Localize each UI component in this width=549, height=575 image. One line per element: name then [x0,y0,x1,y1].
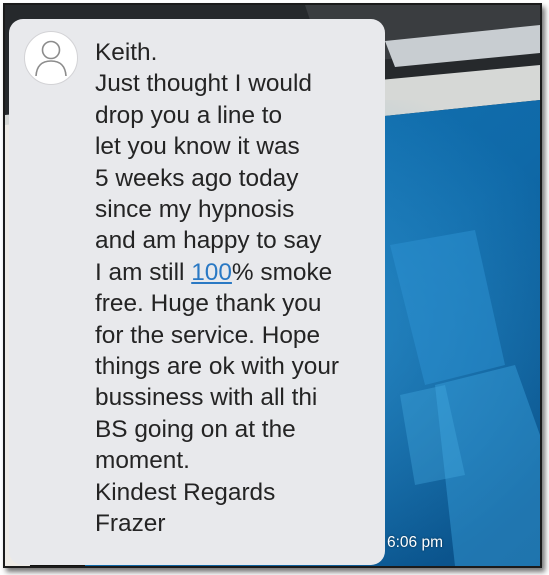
message-line: things are ok with your [95,353,340,381]
message-bubble[interactable]: Keith. Just thought I would drop you a l… [9,19,385,565]
message-line: let you know it was [95,133,300,161]
contact-avatar[interactable] [24,31,78,85]
message-line: drop you a line to [95,101,283,129]
message-line: Kindest Regards [95,478,276,506]
message-line: I am still [95,258,192,286]
message-line: 5 weeks ago today [95,164,299,192]
message-line: % smoke [231,258,333,286]
screenshot-frame: Keith. Just thought I would drop you a l… [3,3,542,568]
message-line: since my hypnosis [95,196,295,224]
message-line: Just thought I would [95,70,312,98]
message-line: Frazer [95,510,166,538]
message-line: and am happy to say [95,227,322,255]
message-line: Keith. [95,39,158,66]
message-line: bussiness with all thi [95,384,318,412]
message-text: Keith. Just thought I would drop you a l… [95,37,339,540]
number-link[interactable]: 100 [191,259,232,286]
message-timestamp: 6:06 pm [387,534,444,551]
message-line: moment. [95,447,190,475]
message-line: BS going on at the [95,415,296,443]
message-line: free. Huge thank you [95,290,322,318]
person-silhouette-icon [35,40,67,77]
message-line: for the service. Hope [95,321,321,349]
